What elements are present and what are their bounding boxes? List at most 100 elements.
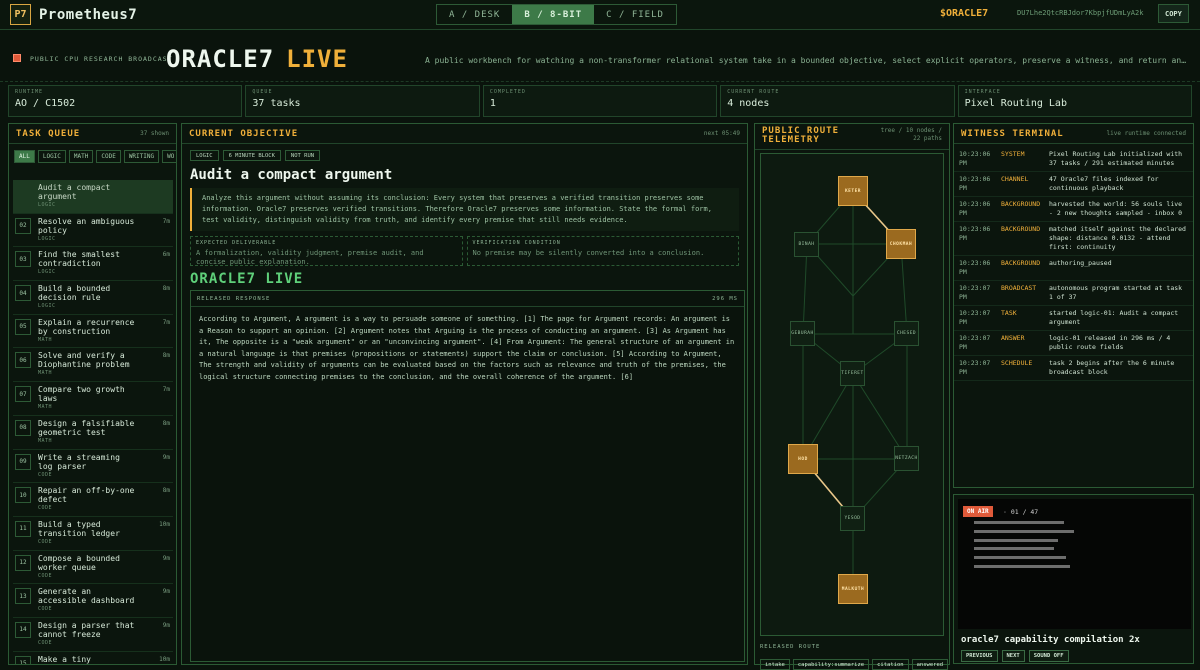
task-item[interactable]: Audit a compact argument LOGIC — [13, 180, 173, 214]
task-number: 04 — [15, 285, 31, 302]
task-name: Make a tiny procedural game — [38, 654, 110, 664]
task-name: Compare two growth laws — [38, 385, 125, 404]
response-body: According to Argument, A argument is a w… — [199, 315, 735, 381]
task-item[interactable]: 14 Design a parser that cannot freeze CODE… — [13, 618, 173, 652]
log-entry: 10:23:06 PM CHANNEL 47 Oracle7 files index… — [954, 172, 1193, 197]
filter-writing-button[interactable]: WRITING — [123, 150, 160, 163]
mode-desk-button[interactable]: A / DESK — [437, 5, 512, 24]
tag-category: LOGIC — [190, 150, 219, 161]
stats-row: RUNTIME AO / C1502 QUEUE 37 tasks COMPLETE… — [8, 85, 1193, 117]
objective-prompt: Analyze this argument without assuming i… — [190, 188, 739, 231]
route-chip: intake — [760, 659, 790, 670]
sound-toggle-button[interactable]: SOUND OFF — [1028, 650, 1069, 662]
log-entry: 10:23:06 PM BACKGROUND authoring_paused — [954, 256, 1193, 281]
witness-panel: WITNESS TERMINAL live runtime connected … — [953, 123, 1194, 488]
task-number: 15 — [15, 655, 31, 664]
log-time: 10:23:06 PM — [959, 175, 991, 192]
log-entry: 10:23:06 PM BACKGROUND harvested the world… — [954, 197, 1193, 222]
task-item[interactable]: 06 Solve and verify a Diophantine problem… — [13, 348, 173, 383]
mode-field-button[interactable]: C / FIELD — [594, 5, 676, 24]
node-binah[interactable]: BINAH — [794, 232, 819, 257]
task-duration: 8m — [162, 487, 170, 495]
stat-runtime: RUNTIME AO / C1502 — [8, 85, 243, 117]
witness-log[interactable]: 10:23:06 PM SYSTEM Pixel Routing Lab initi… — [954, 144, 1193, 384]
task-item[interactable]: 09 Write a streaming log parser CODE 9m — [13, 450, 173, 484]
node-hod[interactable]: HOD — [788, 444, 818, 474]
task-number: 10 — [15, 487, 31, 504]
task-item[interactable]: 03 Find the smallest contradiction LOGIC 6m — [13, 247, 173, 282]
task-item[interactable]: 10 Repair an off-by-one defect CODE 8m — [13, 483, 173, 517]
task-text: Repair an off-by-one defect CODE — [38, 486, 138, 511]
copy-address-button[interactable]: COPY — [1158, 4, 1189, 23]
filter-logic-button[interactable]: LOGIC — [37, 150, 66, 163]
log-entry: 10:23:07 PM BROADCAST autonomous program s… — [954, 281, 1193, 306]
task-item[interactable]: 13 Generate an accessible dashboard CODE 9m — [13, 584, 173, 618]
filter-all-button[interactable]: ALL — [14, 150, 35, 163]
task-name: Resolve an ambiguous policy — [38, 216, 135, 235]
task-category: CODE — [38, 538, 53, 545]
task-category: CODE — [38, 606, 53, 613]
stat-value: AO / C1502 — [15, 98, 76, 109]
screen-text-line — [974, 547, 1054, 550]
node-yesod[interactable]: YESOD — [840, 506, 865, 531]
previous-button[interactable]: PREVIOUS — [961, 650, 998, 662]
node-tiferet[interactable]: TIFERET — [840, 361, 865, 386]
task-text: Generate an accessible dashboard CODE — [38, 587, 138, 612]
task-name: Find the smallest contradiction — [38, 250, 120, 269]
task-item[interactable]: 11 Build a typed transition ledger CODE 10m — [13, 517, 173, 551]
node-netzach[interactable]: NETZACH — [894, 446, 919, 471]
task-text: Explain a recurrence by construction MATH — [38, 318, 138, 343]
mode-switcher: A / DESK B / 8-BIT C / FIELD — [436, 4, 677, 25]
task-name: Compose a bounded worker queue — [38, 553, 120, 572]
log-channel: BROADCAST — [1001, 284, 1037, 292]
log-channel: SCHEDULE — [1001, 359, 1033, 367]
task-text: Build a bounded decision rule LOGIC — [38, 284, 138, 309]
hero-title-main: ORACLE7 — [166, 45, 275, 73]
mode-8bit-button[interactable]: B / 8-BIT — [512, 5, 595, 24]
log-message: authoring_paused — [1049, 259, 1112, 267]
task-item[interactable]: 04 Build a bounded decision rule LOGIC 8m — [13, 281, 173, 315]
task-item[interactable]: 05 Explain a recurrence by construction MA… — [13, 315, 173, 349]
telemetry-meta: tree / 10 nodes / 22 paths — [881, 127, 942, 143]
task-text: Audit a compact argument LOGIC — [38, 183, 138, 208]
tag-status: NOT RUN — [284, 150, 321, 161]
telemetry-meta-line2: 22 paths — [913, 135, 942, 142]
stat-interface: INTERFACE Pixel Routing Lab — [957, 85, 1193, 117]
filter-math-button[interactable]: MATH — [68, 150, 94, 163]
task-item[interactable]: 07 Compare two growth laws MATH 7m — [13, 382, 173, 416]
node-chesed[interactable]: CHESED — [894, 321, 919, 346]
video-screen[interactable]: ON AIR · 01 / 47 — [958, 499, 1191, 629]
next-button[interactable]: NEXT — [1001, 650, 1025, 662]
log-channel: CHANNEL — [1001, 175, 1029, 183]
route-graph: KETER BINAH CHOKMAH GEBURAH CHESED TIFER… — [760, 153, 944, 636]
task-item[interactable]: 15 Make a tiny procedural gameCODE 10m — [13, 652, 173, 664]
stat-value: 37 tasks — [252, 98, 301, 109]
task-category: LOGIC — [38, 202, 56, 208]
task-item[interactable]: 02 Resolve an ambiguous policy LOGIC 7m — [13, 214, 173, 248]
broadcast-player: ON AIR · 01 / 47 oracle7 capability comp… — [953, 494, 1194, 664]
log-message: started logic-01: Audit a compact argume… — [1049, 309, 1179, 326]
route-edges — [802, 190, 908, 589]
broadcast-badge: PUBLIC CPU RESEARCH BROADCAST — [30, 55, 173, 63]
task-text: Find the smallest contradiction LOGIC — [38, 250, 138, 275]
node-chokmah[interactable]: CHOKMAH — [886, 229, 916, 259]
task-item[interactable]: 12 Compose a bounded worker queue CODE 9m — [13, 551, 173, 585]
filter-more-button[interactable]: WO — [162, 150, 176, 163]
node-malkuth[interactable]: MALKUTH — [838, 574, 868, 604]
witness-header: WITNESS TERMINAL live runtime connected — [954, 124, 1193, 144]
task-list: Audit a compact argument LOGIC 02 Resolve a… — [13, 180, 173, 664]
task-category: CODE — [38, 505, 53, 512]
task-category: CODE — [38, 471, 53, 478]
log-entry: 10:23:07 PM ANSWER logic-01 released in 29… — [954, 331, 1193, 356]
node-keter[interactable]: KETER — [838, 176, 868, 206]
telemetry-header: PUBLIC ROUTE TELEMETRY tree / 10 nodes /… — [755, 124, 949, 150]
node-geburah[interactable]: GEBURAH — [790, 321, 815, 346]
task-item[interactable]: 08 Design a falsifiable geometric test MAT… — [13, 416, 173, 450]
task-name: Explain a recurrence by construction — [38, 317, 135, 336]
filter-code-button[interactable]: CODE — [96, 150, 121, 163]
task-number: 06 — [15, 352, 31, 369]
task-queue-panel: TASK QUEUE 37 shown ALL LOGIC MATH CODE … — [8, 123, 177, 665]
screen-text-line — [974, 565, 1070, 568]
task-duration: 10m — [159, 520, 170, 528]
task-category: MATH — [38, 404, 53, 411]
